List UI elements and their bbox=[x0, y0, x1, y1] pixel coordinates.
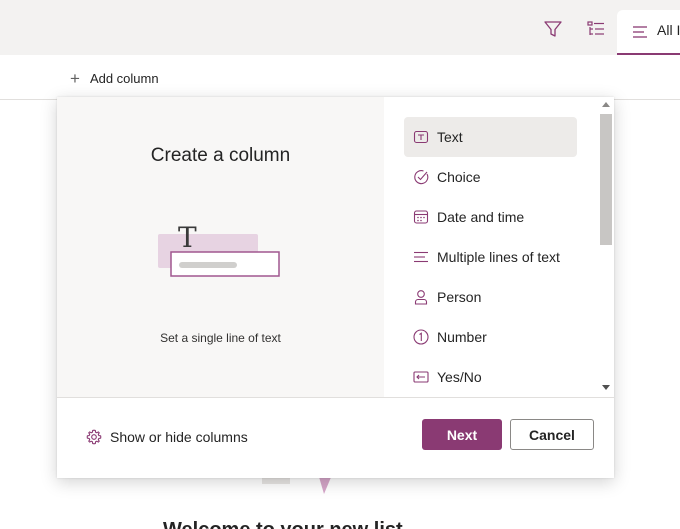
text-column-illustration: T bbox=[158, 221, 280, 277]
yes-no-icon bbox=[413, 369, 429, 385]
svg-text:T: T bbox=[178, 221, 197, 254]
column-type-choice[interactable]: Choice bbox=[404, 157, 577, 197]
number-icon bbox=[413, 329, 429, 345]
text-icon bbox=[413, 129, 429, 145]
filter-icon[interactable] bbox=[542, 18, 564, 40]
column-type-person[interactable]: Person bbox=[404, 277, 577, 317]
multiline-text-icon bbox=[413, 249, 429, 265]
scrollbar-thumb[interactable] bbox=[600, 114, 612, 245]
column-type-label: Number bbox=[437, 329, 487, 345]
column-type-label: Text bbox=[437, 129, 463, 145]
column-type-number[interactable]: Number bbox=[404, 317, 577, 357]
view-tab-label: All I bbox=[657, 22, 680, 38]
column-type-label: Yes/No bbox=[437, 369, 482, 385]
column-type-list: Text Choice Date and time Multiple lines… bbox=[384, 97, 614, 397]
gear-icon bbox=[86, 429, 102, 445]
column-type-label: Person bbox=[437, 289, 482, 305]
cancel-button[interactable]: Cancel bbox=[510, 419, 594, 450]
create-column-dialog: Create a column T Set a single line of t… bbox=[57, 97, 614, 478]
list-view-icon bbox=[631, 23, 649, 41]
choice-icon bbox=[413, 169, 429, 185]
column-type-label: Date and time bbox=[437, 209, 525, 225]
group-by-icon[interactable] bbox=[585, 18, 607, 40]
person-icon bbox=[413, 289, 429, 305]
column-type-label: Choice bbox=[437, 169, 481, 185]
column-type-text[interactable]: Text bbox=[404, 117, 577, 157]
dialog-footer-divider bbox=[57, 397, 614, 398]
column-type-scrollbar[interactable] bbox=[598, 97, 614, 397]
column-type-label: Multiple lines of text bbox=[437, 249, 560, 265]
column-type-description: Set a single line of text bbox=[160, 331, 281, 345]
scroll-down-arrow-icon[interactable] bbox=[602, 385, 610, 390]
column-type-multiple-lines-of-text[interactable]: Multiple lines of text bbox=[404, 237, 577, 277]
next-button[interactable]: Next bbox=[422, 419, 502, 450]
column-type-yes-no[interactable]: Yes/No bbox=[404, 357, 577, 397]
command-bar: All I bbox=[0, 0, 680, 55]
column-type-date-and-time[interactable]: Date and time bbox=[404, 197, 577, 237]
scroll-up-arrow-icon[interactable] bbox=[602, 102, 610, 107]
show-or-hide-columns-label: Show or hide columns bbox=[110, 429, 248, 445]
welcome-heading: Welcome to your new list bbox=[163, 519, 403, 529]
tab-all-items-view[interactable]: All I bbox=[617, 10, 680, 55]
show-or-hide-columns-link[interactable]: Show or hide columns bbox=[86, 429, 248, 445]
add-column-button[interactable]: + Add column bbox=[70, 68, 159, 88]
add-column-label: Add column bbox=[89, 70, 159, 86]
calendar-icon bbox=[413, 209, 429, 225]
dialog-title: Create a column bbox=[150, 145, 291, 166]
column-preview-pane: Create a column T Set a single line of t… bbox=[57, 97, 384, 397]
plus-icon: + bbox=[70, 68, 80, 88]
